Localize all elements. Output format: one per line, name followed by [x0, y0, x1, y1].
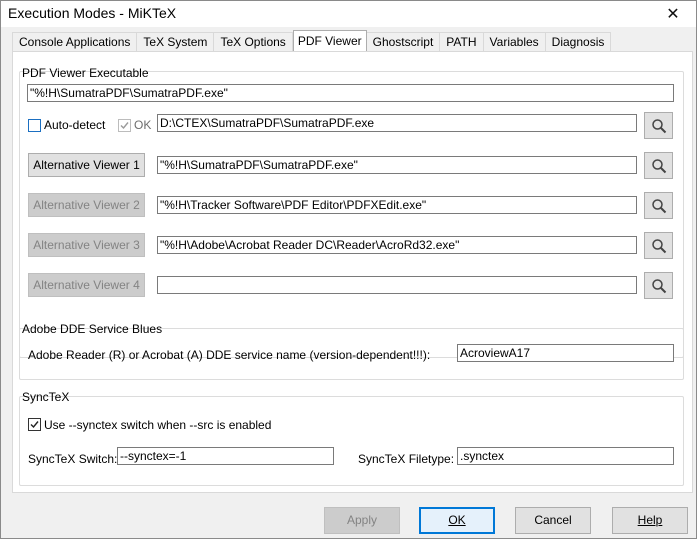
tab-ghostscript[interactable]: Ghostscript [366, 32, 441, 51]
viewer-executable-field[interactable]: "%!H\SumatraPDF\SumatraPDF.exe" [27, 84, 674, 102]
checkmark-icon [120, 122, 129, 130]
use-synctex-label: Use --synctex switch when --src is enabl… [44, 418, 272, 432]
search-icon [651, 158, 666, 173]
synctex-filetype-field[interactable]: .synctex [457, 447, 674, 465]
ok-button-label: OK [448, 513, 466, 527]
help-button-label: Help [637, 513, 663, 527]
alternative-viewer-4-field[interactable] [157, 276, 637, 294]
close-button[interactable]: ✕ [650, 1, 696, 27]
dde-service-label: Adobe Reader (R) or Acrobat (A) DDE serv… [28, 348, 431, 362]
adobe-dde-group-label: Adobe DDE Service Blues [22, 322, 163, 336]
cancel-button[interactable]: Cancel [515, 507, 591, 534]
auto-detect-label: Auto-detect [44, 118, 106, 132]
synctex-switch-label: SyncTeX Switch: [28, 452, 118, 466]
use-synctex-checkbox[interactable] [28, 418, 41, 431]
browse-detected-button[interactable] [644, 112, 673, 139]
alternative-viewer-3-button: Alternative Viewer 3 [28, 233, 145, 257]
ok-checkbox [118, 119, 131, 132]
browse-viewer-2-button[interactable] [644, 192, 673, 219]
tab-page-pdf-viewer: PDF Viewer Executable "%!H\SumatraPDF\Su… [12, 51, 693, 493]
ok-button[interactable]: OK [419, 507, 495, 534]
close-icon: ✕ [666, 6, 680, 23]
tab-tex-system[interactable]: TeX System [137, 32, 215, 51]
tab-console-applications[interactable]: Console Applications [12, 32, 138, 51]
checkmark-icon [30, 421, 39, 429]
alternative-viewer-1-button[interactable]: Alternative Viewer 1 [28, 153, 145, 177]
dde-service-field[interactable]: AcroviewA17 [457, 344, 674, 362]
browse-viewer-1-button[interactable] [644, 152, 673, 179]
detected-path-field[interactable]: D:\CTEX\SumatraPDF\SumatraPDF.exe [157, 114, 637, 132]
search-icon [651, 238, 666, 253]
tab-diagnosis[interactable]: Diagnosis [545, 32, 612, 51]
tab-strip: Console Applications TeX System TeX Opti… [12, 30, 612, 51]
pdf-viewer-group-label: PDF Viewer Executable [22, 66, 149, 80]
synctex-group-label: SyncTeX [22, 390, 70, 404]
search-icon [651, 118, 666, 133]
alternative-viewer-2-button: Alternative Viewer 2 [28, 193, 145, 217]
tab-path[interactable]: PATH [440, 32, 484, 51]
browse-viewer-4-button[interactable] [644, 272, 673, 299]
search-icon [651, 198, 666, 213]
tab-variables[interactable]: Variables [483, 32, 546, 51]
title-bar: Execution Modes - MiKTeX ✕ [1, 1, 696, 27]
search-icon [651, 278, 666, 293]
alternative-viewer-2-field[interactable]: "%!H\Tracker Software\PDF Editor\PDFXEdi… [157, 196, 637, 214]
alternative-viewer-4-button: Alternative Viewer 4 [28, 273, 145, 297]
window-title: Execution Modes - MiKTeX [8, 5, 177, 21]
synctex-group [19, 396, 684, 486]
dialog-window: Execution Modes - MiKTeX ✕ Console Appli… [0, 0, 697, 539]
ok-status-label: OK [134, 118, 152, 132]
auto-detect-checkbox[interactable] [28, 119, 41, 132]
apply-button: Apply [324, 507, 400, 534]
tab-pdf-viewer[interactable]: PDF Viewer [292, 30, 367, 51]
alternative-viewer-1-field[interactable]: "%!H\SumatraPDF\SumatraPDF.exe" [157, 156, 637, 174]
browse-viewer-3-button[interactable] [644, 232, 673, 259]
help-button[interactable]: Help [612, 507, 688, 534]
tab-tex-options[interactable]: TeX Options [214, 32, 293, 51]
alternative-viewer-3-field[interactable]: "%!H\Adobe\Acrobat Reader DC\Reader\Acro… [157, 236, 637, 254]
synctex-filetype-label: SyncTeX Filetype: [358, 452, 455, 466]
synctex-switch-field[interactable]: --synctex=-1 [117, 447, 334, 465]
